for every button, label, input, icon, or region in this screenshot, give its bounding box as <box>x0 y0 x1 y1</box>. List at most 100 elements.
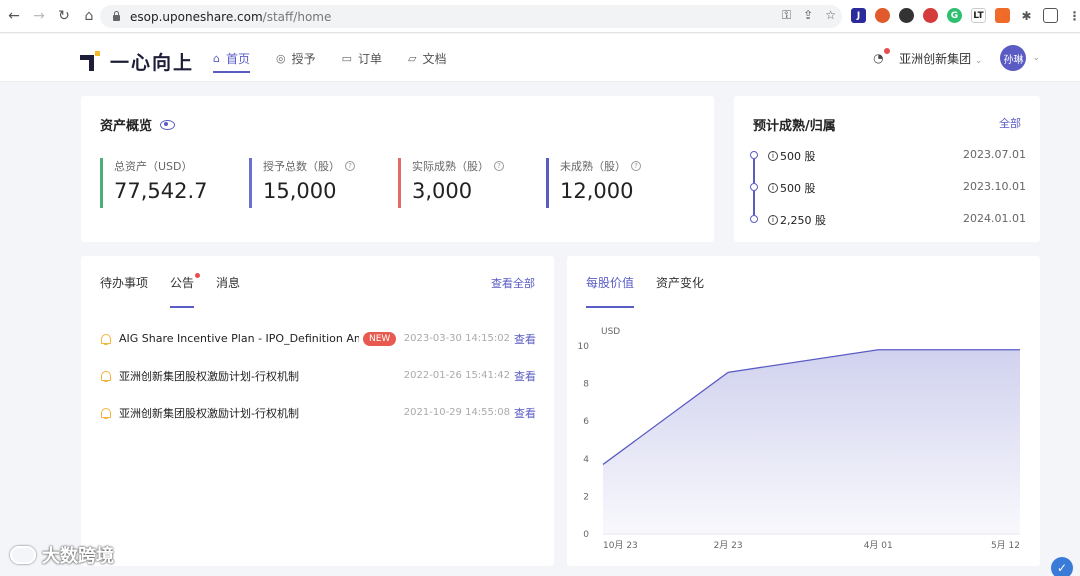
new-badge: NEW <box>363 331 397 346</box>
chart-card: 每股价值 资产变化 USD 0 2 4 6 8 10 10月 23 2月 23 4月 01 5月 1… <box>567 256 1040 566</box>
view-button[interactable]: 查看 <box>514 331 536 347</box>
card-title-text: 资产概览 <box>100 119 153 134</box>
vesting-item: i 500 股 2023.10.01 <box>750 180 1026 215</box>
extension-icon-2[interactable] <box>875 8 890 23</box>
stat-unvested: 未成熟（股）? 12,000 <box>546 158 641 208</box>
bell-icon <box>100 370 112 382</box>
list-item[interactable]: 亚洲创新集团股权激励计划-行权机制 2021-10-29 14:55:08 查看 <box>100 394 536 431</box>
back-icon[interactable]: ← <box>3 5 25 27</box>
help-icon[interactable]: ? <box>494 161 504 171</box>
y-tick-label: 10 <box>578 342 590 352</box>
extension-icon-1[interactable]: J <box>851 8 866 23</box>
vesting-shares: 500 股 <box>780 182 816 195</box>
list-item[interactable]: 亚洲创新集团股权激励计划-行权机制 2022-01-26 15:41:42 查看 <box>100 357 536 394</box>
eye-icon[interactable] <box>160 119 176 130</box>
home-icon: ⌂ <box>213 51 220 65</box>
bell-icon <box>100 407 112 419</box>
stat-label: 授予总数（股）? <box>263 158 355 174</box>
info-icon[interactable]: i <box>768 183 778 193</box>
url-path: /staff/home <box>262 9 332 24</box>
menu-icon[interactable]: ⋮ <box>1067 8 1080 23</box>
key-icon[interactable]: ⚿ <box>782 8 791 23</box>
view-all-link[interactable]: 查看全部 <box>491 275 535 291</box>
puzzle-icon[interactable]: ✱ <box>1019 8 1034 23</box>
extension-icon-6[interactable]: LT <box>971 8 986 23</box>
stat-bar <box>546 158 549 208</box>
vesting-timeline: i 500 股 2023.07.01 i 500 股 2023.10.01 i 2,2… <box>750 148 1026 244</box>
company-selector[interactable]: 亚洲创新集团 ⌄ <box>899 50 982 67</box>
vesting-date: 2023.07.01 <box>963 148 1026 161</box>
nav-item-home[interactable]: ⌂ 首页 <box>213 34 250 82</box>
check-icon[interactable]: ✓ <box>1051 557 1073 576</box>
reload-icon[interactable]: ↻ <box>53 5 75 27</box>
tab-messages[interactable]: 消息 <box>216 256 240 308</box>
chart-tabs: 每股价值 资产变化 <box>586 256 704 308</box>
vesting-title: 预计成熟/归属 <box>753 119 836 134</box>
list-item[interactable]: AIG Share Incentive Plan - IPO_Definitio… <box>100 320 536 357</box>
app-header: 一心向上 ⌂ 首页 ◎ 授予 ▭ 订单 ▱ 文档 ◔ 亚洲创新集团 ⌄ 孙琳 ⌄ <box>0 34 1080 82</box>
notice-tabs: 待办事项 公告 消息 <box>100 256 240 308</box>
view-button[interactable]: 查看 <box>514 368 536 384</box>
forward-icon[interactable]: → <box>28 5 50 27</box>
help-icon[interactable]: ? <box>631 161 641 171</box>
view-button[interactable]: 查看 <box>514 405 536 421</box>
extension-icon-7[interactable] <box>995 8 1010 23</box>
help-icon[interactable]: ? <box>345 161 355 171</box>
avatar[interactable]: 孙琳 <box>1000 45 1027 71</box>
tab-asset-change[interactable]: 资产变化 <box>656 256 704 308</box>
stat-value: 3,000 <box>412 179 473 203</box>
company-name: 亚洲创新集团 <box>899 51 972 66</box>
stat-value: 12,000 <box>560 179 634 203</box>
tab-announcement[interactable]: 公告 <box>170 256 201 308</box>
order-icon: ▭ <box>341 51 353 65</box>
extension-icon-5[interactable]: G <box>947 8 962 23</box>
notice-time: 2021-10-29 14:55:08 <box>403 407 510 418</box>
top-nav: ⌂ 首页 ◎ 授予 ▭ 订单 ▱ 文档 <box>213 34 447 82</box>
address-bar[interactable]: esop.uponeshare.com/staff/home ⚿ ⇪ ☆ <box>100 5 842 28</box>
nav-label: 订单 <box>358 51 383 66</box>
notice-list: AIG Share Incentive Plan - IPO_Definitio… <box>100 320 536 431</box>
stat-label-text: 实际成熟（股） <box>412 160 489 173</box>
notice-card: 待办事项 公告 消息 查看全部 AIG Share Incentive Plan… <box>81 256 554 566</box>
extension-icon-3[interactable] <box>899 8 914 23</box>
stat-total-granted: 授予总数（股）? 15,000 <box>249 158 355 208</box>
tab-label: 公告 <box>170 275 195 290</box>
stat-label-text: 授予总数（股） <box>263 160 340 173</box>
x-tick-label: 10月 23 <box>603 540 638 551</box>
stat-total-assets: 总资产（USD） 77,542.7 <box>100 158 208 208</box>
nav-item-grant[interactable]: ◎ 授予 <box>276 34 316 82</box>
share-icon[interactable]: ⇪ <box>803 8 813 23</box>
nav-item-docs[interactable]: ▱ 文档 <box>408 34 446 82</box>
view-all-link[interactable]: 全部 <box>999 115 1021 131</box>
notice-title[interactable]: 亚洲创新集团股权激励计划-行权机制 <box>119 405 299 421</box>
vesting-date: 2024.01.01 <box>963 212 1026 225</box>
home-icon[interactable]: ⌂ <box>78 5 100 27</box>
star-icon[interactable]: ☆ <box>825 8 836 23</box>
extension-icon-4[interactable] <box>923 8 938 23</box>
stat-bar <box>100 158 103 208</box>
y-tick-label: 2 <box>583 492 589 502</box>
watermark-logo-icon <box>10 546 36 564</box>
notice-time: 2023-03-30 14:15:02 <box>403 333 510 344</box>
vesting-item: i 2,250 股 2024.01.01 <box>750 212 1026 244</box>
logo[interactable]: 一心向上 <box>80 48 194 75</box>
notice-title[interactable]: 亚洲创新集团股权激励计划-行权机制 <box>119 368 299 384</box>
info-icon[interactable]: i <box>768 151 778 161</box>
browser-toolbar: ← → ↻ ⌂ esop.uponeshare.com/staff/home ⚿… <box>0 0 1080 33</box>
bell-icon <box>100 333 112 345</box>
url-host: esop.uponeshare.com <box>130 9 263 24</box>
sidepanel-icon[interactable] <box>1043 8 1058 23</box>
info-icon[interactable]: i <box>768 215 778 225</box>
nav-item-order[interactable]: ▭ 订单 <box>342 34 382 82</box>
share-value-chart: USD 0 2 4 6 8 10 10月 23 2月 23 4月 01 5月 12 <box>578 327 1020 551</box>
y-axis-label: USD <box>601 327 620 337</box>
tab-share-value[interactable]: 每股价值 <box>586 256 635 308</box>
notice-title[interactable]: AIG Share Incentive Plan - IPO_Definitio… <box>119 332 359 345</box>
notice-time: 2022-01-26 15:41:42 <box>403 370 510 381</box>
tab-todo[interactable]: 待办事项 <box>100 256 148 308</box>
notification-bell-icon[interactable]: ◔ <box>873 48 891 65</box>
timeline-dot <box>750 183 758 191</box>
chevron-down-icon[interactable]: ⌄ <box>1032 53 1040 63</box>
chevron-down-icon: ⌄ <box>974 55 983 66</box>
stat-label: 实际成熟（股）? <box>412 158 504 174</box>
